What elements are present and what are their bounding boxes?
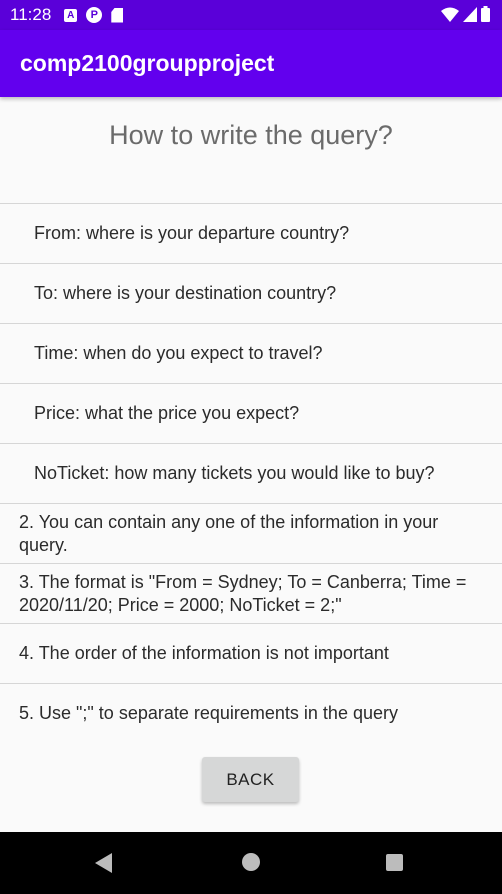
list-item: To: where is your destination country? (0, 263, 502, 323)
list-item: Time: when do you expect to travel? (0, 323, 502, 383)
recent-apps-icon[interactable] (386, 854, 403, 871)
status-bar: 11:28 A P (0, 0, 502, 30)
list-item: 4. The order of the information is not i… (0, 623, 502, 683)
home-icon[interactable] (242, 853, 260, 871)
page-title: How to write the query? (109, 120, 393, 150)
system-icons (441, 6, 490, 22)
list-item: Price: what the price you expect? (0, 383, 502, 443)
list-item: 3. The format is "From = Sydney; To = Ca… (0, 563, 502, 623)
app-bar: comp2100groupproject (0, 30, 502, 97)
status-time: 11:28 (10, 5, 52, 24)
app-title: comp2100groupproject (20, 50, 275, 76)
sd-card-icon (111, 7, 124, 23)
back-icon[interactable] (95, 853, 112, 873)
notification-icons: A P (64, 7, 124, 23)
list-item: From: where is your departure country? (0, 203, 502, 263)
navigation-bar (0, 832, 502, 894)
list-item: 2. You can contain any one of the inform… (0, 503, 502, 563)
p-notification-icon: P (86, 7, 103, 23)
a-notification-icon: A (64, 8, 78, 22)
wifi-icon (441, 7, 459, 22)
cell-signal-icon (463, 6, 477, 22)
battery-icon (481, 6, 490, 22)
list-item: NoTicket: how many tickets you would lik… (0, 443, 502, 503)
list-item: 5. Use ";" to separate requirements in t… (0, 683, 502, 743)
back-button[interactable]: BACK (202, 757, 299, 802)
